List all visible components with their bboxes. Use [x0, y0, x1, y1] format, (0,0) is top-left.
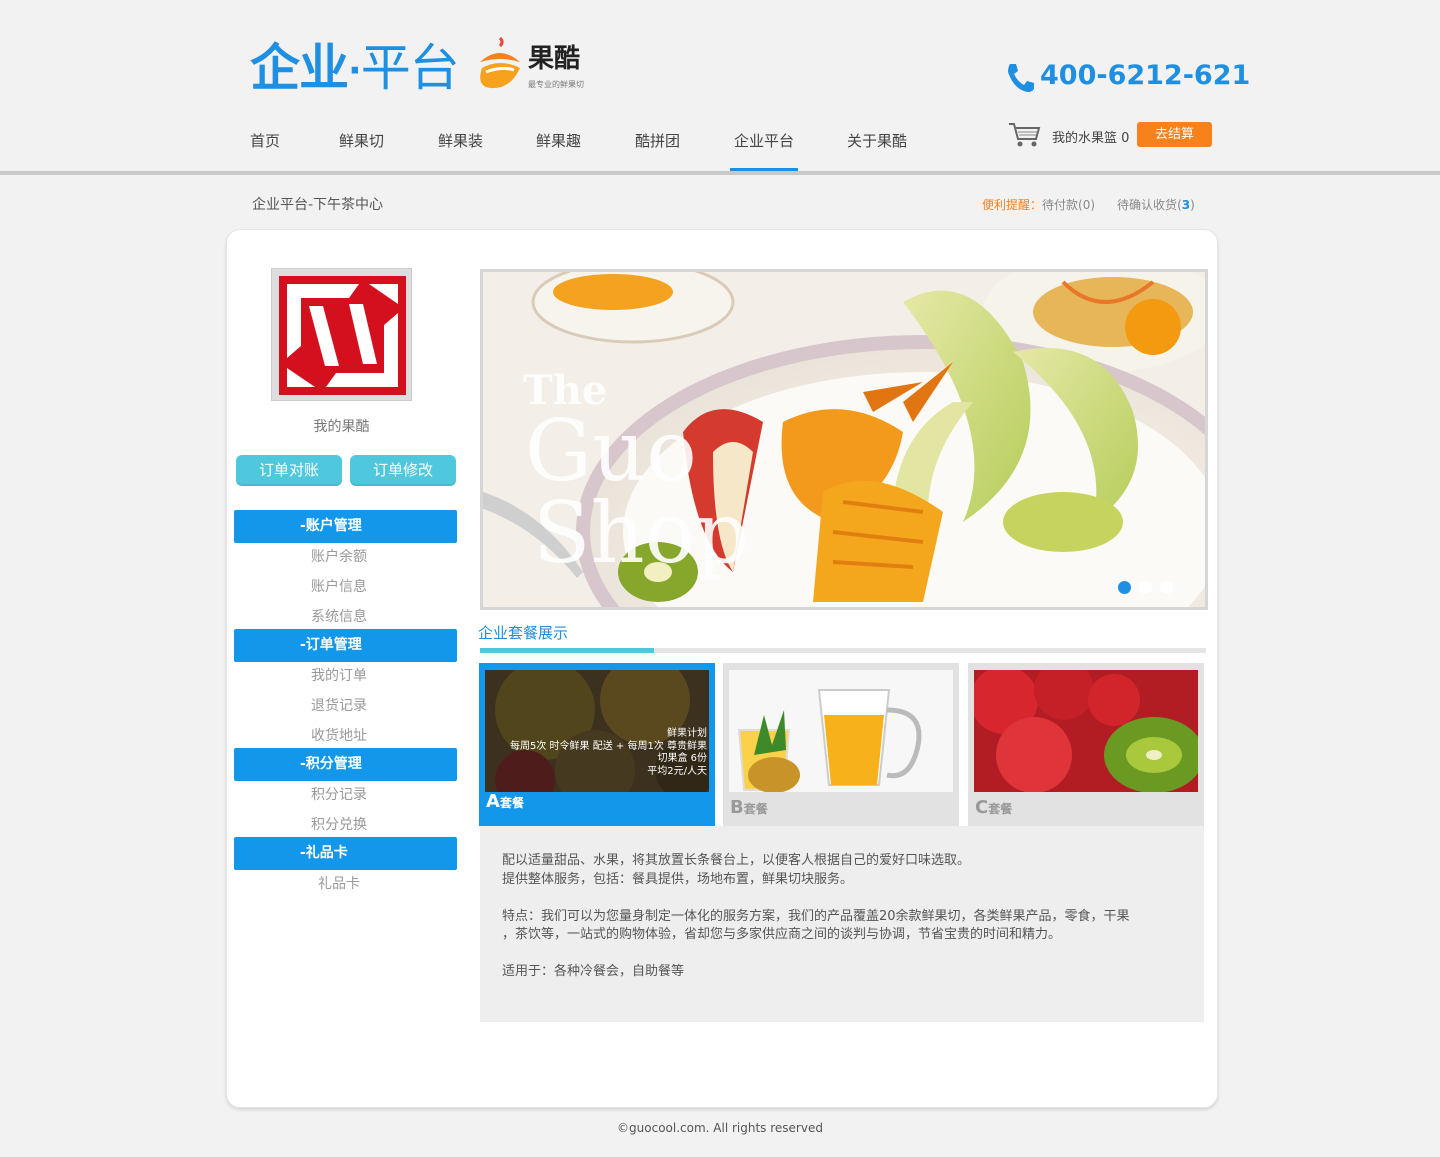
nav-item-0[interactable]: 首页 — [250, 126, 280, 172]
reminder-label: 便利提醒： — [982, 198, 1043, 212]
phone-number: 400-6212-621 — [1040, 60, 1251, 91]
nav-item-3[interactable]: 鲜果趣 — [536, 126, 581, 172]
package-a-card[interactable]: 鲜果计划 每周5次 时令鲜果 配送 + 每周1次 尊贵鲜果 切果盒 6份 平均2… — [479, 663, 715, 826]
menu-group-3[interactable]: -礼品卡 — [234, 837, 457, 870]
brand-swirl-icon — [480, 36, 520, 89]
order-reconcile-button[interactable]: 订单对账 — [236, 455, 342, 486]
brand-name: 果酷 — [528, 44, 581, 74]
pending-receipt-link[interactable]: 待确认收货(3) — [1117, 198, 1195, 212]
company-avatar[interactable] — [271, 268, 412, 401]
package-description: 配以适量甜品、水果，将其放置长条餐台上，以便客人根据自己的爱好口味选取。 提供整体… — [480, 826, 1204, 1022]
menu-item-1-2[interactable]: 收货地址 — [234, 721, 444, 751]
menu-group-1[interactable]: -订单管理 — [234, 629, 457, 662]
section-divider — [480, 648, 1206, 653]
package-c-card[interactable]: C套餐 — [968, 663, 1204, 826]
nav-item-2[interactable]: 鲜果装 — [438, 126, 483, 172]
copyright: ©guocool.com. All rights reserved — [617, 1121, 823, 1135]
brand-tagline: 最专业的鲜果切 — [528, 80, 584, 89]
package-c-image — [974, 670, 1198, 792]
package-a-overlay: 鲜果计划 每周5次 时令鲜果 配送 + 每周1次 尊贵鲜果 切果盒 6份 平均2… — [510, 728, 707, 777]
package-a-label: A套餐 — [486, 791, 524, 812]
menu-group-0[interactable]: -账户管理 — [234, 510, 457, 543]
brand-logo[interactable]: 果酷 最专业的鲜果切 — [474, 34, 604, 94]
banner-dot-1[interactable] — [1139, 581, 1152, 594]
banner-dot-0[interactable] — [1118, 581, 1131, 594]
cart-icon — [1009, 123, 1041, 147]
menu-group-2[interactable]: -积分管理 — [234, 748, 457, 781]
hotline: 400-6212-621 — [1004, 58, 1250, 94]
nav-item-4[interactable]: 酷拼团 — [635, 126, 680, 172]
description-line — [502, 889, 1182, 908]
cart-count: 0 — [1121, 131, 1130, 146]
description-line: 提供整体服务，包括：餐具提供，场地布置，鲜果切块服务。 — [502, 871, 854, 887]
nav-item-5[interactable]: 企业平台 — [729, 126, 799, 173]
menu-item-2-0[interactable]: 积分记录 — [234, 780, 444, 810]
section-title: 企业套餐展示 — [478, 624, 569, 642]
menu-item-2-1[interactable]: 积分兑换 — [234, 810, 444, 840]
platform-logo[interactable]: 企业·平台 — [250, 38, 460, 102]
pending-payment-link[interactable]: 待付款(0) — [1042, 198, 1095, 212]
my-guocool-link[interactable]: 我的果酷 — [271, 416, 412, 436]
description-line: 特点：我们可以为您量身制定一体化的服务方案，我们的产品覆盖20余款鲜果切，各类鲜… — [502, 908, 1130, 924]
nav-divider — [0, 171, 1440, 175]
banner-text-shop: Shop — [533, 484, 749, 582]
package-b-card[interactable]: B套餐 — [723, 663, 959, 826]
nav-item-1[interactable]: 鲜果切 — [339, 126, 384, 172]
menu-item-0-1[interactable]: 账户信息 — [234, 572, 444, 602]
menu-item-3-0[interactable]: 礼品卡 — [234, 869, 444, 899]
logo-text-a: 企业 — [250, 39, 349, 97]
logo-text-b: 平台 — [360, 39, 460, 97]
menu-item-0-0[interactable]: 账户余额 — [234, 542, 444, 572]
package-c-label: C套餐 — [975, 797, 1013, 818]
description-line: ，茶饮等，一站式的购物体验，省却您与多家供应商之间的谈判与协调，节省宝贵的时间和… — [502, 927, 1062, 942]
package-b-label: B套餐 — [730, 797, 768, 818]
cart-label: 我的水果篮 — [1052, 131, 1118, 146]
menu-item-1-0[interactable]: 我的订单 — [234, 661, 444, 691]
fruit-plate-image: The Guo Shop — [483, 272, 1205, 607]
company-logo-icon — [279, 276, 406, 395]
order-reminder: 便利提醒：待付款(0) 待确认收货(3) — [982, 196, 1195, 213]
breadcrumb: 企业平台-下午茶中心 — [252, 197, 384, 213]
phone-icon — [1008, 64, 1034, 92]
menu-item-1-1[interactable]: 退货记录 — [234, 691, 444, 721]
banner-dot-2[interactable] — [1160, 581, 1173, 594]
checkout-button[interactable]: 去结算 — [1137, 122, 1212, 147]
menu-item-0-2[interactable]: 系统信息 — [234, 602, 444, 632]
description-line: 适用于：各种冷餐会，自助餐等 — [502, 964, 685, 979]
description-line — [502, 945, 1182, 964]
package-b-image — [729, 670, 953, 792]
logo-dot: · — [348, 50, 362, 92]
nav-item-6[interactable]: 关于果酷 — [847, 126, 907, 172]
description-line: 配以适量甜品、水果，将其放置长条餐台上，以便客人根据自己的爱好口味选取。 — [502, 853, 971, 868]
order-modify-button[interactable]: 订单修改 — [350, 455, 456, 486]
hero-banner[interactable]: The Guo Shop — [480, 269, 1208, 610]
